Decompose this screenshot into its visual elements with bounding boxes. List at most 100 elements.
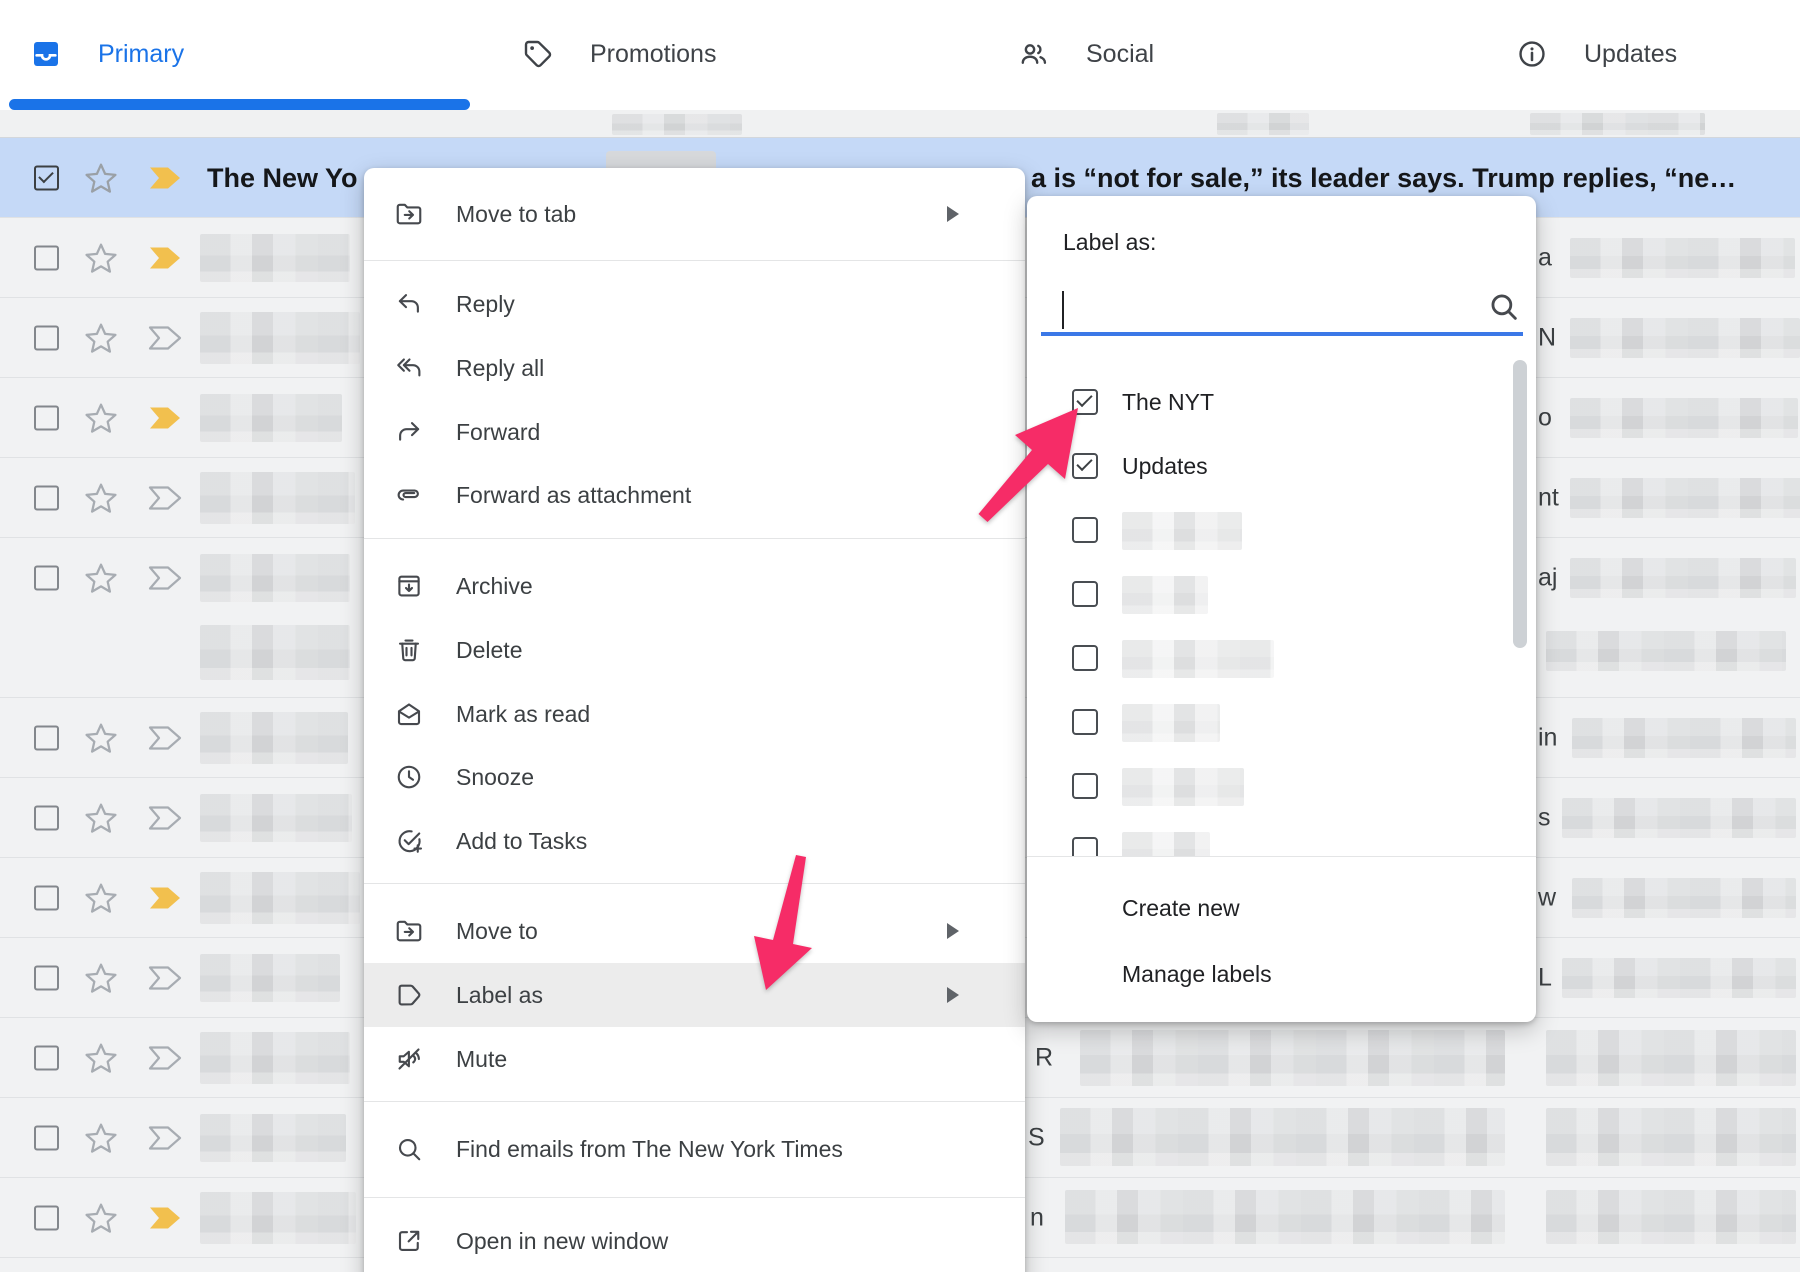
menu-item-snooze[interactable]: Snooze (364, 745, 1025, 809)
label-checkbox[interactable] (1072, 773, 1098, 799)
importance-marker[interactable] (148, 166, 182, 191)
email-checkbox[interactable] (34, 246, 59, 271)
email-checkbox[interactable] (34, 726, 59, 751)
email-checkbox[interactable] (34, 406, 59, 431)
menu-item-open-in-new-window[interactable]: Open in new window (364, 1209, 1025, 1272)
star-icon[interactable] (84, 1121, 118, 1155)
star-icon[interactable] (84, 241, 118, 275)
inbox-icon (30, 38, 62, 70)
tab-primary[interactable]: Primary (30, 0, 390, 108)
label-list-scrollbar[interactable] (1513, 360, 1527, 648)
menu-item-reply-all[interactable]: Reply all (364, 336, 1025, 400)
email-checkbox[interactable] (34, 1126, 59, 1151)
reply-all-icon (394, 353, 424, 383)
blurred-label-name (1122, 512, 1242, 550)
email-checkbox[interactable] (34, 1206, 59, 1231)
menu-item-forward[interactable]: Forward (364, 400, 1025, 464)
label-checkbox[interactable] (1072, 453, 1098, 479)
importance-marker[interactable] (148, 1206, 182, 1231)
star-icon[interactable] (84, 401, 118, 435)
label-checkbox[interactable] (1072, 837, 1098, 856)
label-list: The NYT Updates (1027, 345, 1536, 856)
email-context-menu: Move to tab Reply Reply all Forward Forw… (364, 168, 1025, 1272)
tab-social[interactable]: Social (1018, 0, 1258, 108)
star-icon[interactable] (84, 321, 118, 355)
importance-marker[interactable] (148, 1046, 182, 1071)
label-checkbox[interactable] (1072, 645, 1098, 671)
importance-marker[interactable] (148, 726, 182, 751)
menu-item-find-emails[interactable]: Find emails from The New York Times (364, 1117, 1025, 1181)
star-icon[interactable] (84, 801, 118, 835)
label-option-blurred[interactable] (1027, 562, 1536, 626)
star-icon[interactable] (84, 161, 118, 195)
blurred-snippet (1060, 1108, 1505, 1166)
blurred-sender (200, 794, 352, 842)
label-checkbox[interactable] (1072, 389, 1098, 415)
tab-label: Social (1086, 40, 1154, 69)
importance-marker[interactable] (148, 246, 182, 271)
star-icon[interactable] (84, 1201, 118, 1235)
label-checkbox[interactable] (1072, 581, 1098, 607)
label-checkbox[interactable] (1072, 517, 1098, 543)
menu-item-forward-as-attachment[interactable]: Forward as attachment (364, 463, 1025, 527)
email-checkbox[interactable] (34, 966, 59, 991)
label-option-updates[interactable]: Updates (1027, 434, 1536, 498)
email-checkbox[interactable] (34, 486, 59, 511)
menu-item-move-to-tab[interactable]: Move to tab (364, 182, 1025, 246)
create-new-label-button[interactable]: Create new (1027, 876, 1536, 940)
email-checkbox[interactable] (34, 886, 59, 911)
menu-item-mark-as-read[interactable]: Mark as read (364, 682, 1025, 746)
snippet-fragment: w (1538, 884, 1556, 913)
email-checkbox[interactable] (34, 806, 59, 831)
star-icon[interactable] (84, 721, 118, 755)
email-checkbox[interactable] (34, 166, 59, 191)
blurred-snippet (1546, 1108, 1796, 1166)
importance-marker[interactable] (148, 806, 182, 831)
label-option-blurred[interactable] (1027, 818, 1536, 856)
blurred-snippet (1570, 238, 1795, 278)
menu-item-archive[interactable]: Archive (364, 554, 1025, 618)
menu-item-delete[interactable]: Delete (364, 618, 1025, 682)
star-icon[interactable] (84, 1041, 118, 1075)
menu-item-mute[interactable]: Mute (364, 1027, 1025, 1091)
tab-promotions[interactable]: Promotions (522, 0, 822, 108)
importance-marker[interactable] (148, 966, 182, 991)
email-row-partial-top[interactable] (0, 110, 1800, 138)
importance-marker[interactable] (148, 406, 182, 431)
blurred-snippet (1570, 558, 1796, 598)
star-icon[interactable] (84, 881, 118, 915)
importance-marker[interactable] (148, 566, 182, 591)
star-icon[interactable] (84, 561, 118, 595)
blurred-sender (200, 954, 340, 1002)
importance-marker[interactable] (148, 1126, 182, 1151)
menu-item-reply[interactable]: Reply (364, 272, 1025, 336)
blurred-snippet (1570, 398, 1798, 438)
label-option-blurred[interactable] (1027, 626, 1536, 690)
blurred-snippet (1570, 318, 1800, 358)
email-checkbox[interactable] (34, 1046, 59, 1071)
label-option-the-nyt[interactable]: The NYT (1027, 370, 1536, 434)
label-option-blurred[interactable] (1027, 754, 1536, 818)
menu-item-add-to-tasks[interactable]: Add to Tasks (364, 809, 1025, 873)
tab-updates[interactable]: Updates (1516, 0, 1786, 108)
email-checkbox[interactable] (34, 326, 59, 351)
star-icon[interactable] (84, 961, 118, 995)
label-option-blurred[interactable] (1027, 690, 1536, 754)
importance-marker[interactable] (148, 326, 182, 351)
menu-item-move-to[interactable]: Move to (364, 899, 1025, 963)
label-search-input[interactable] (1049, 284, 1473, 332)
tag-icon (522, 38, 554, 70)
importance-marker[interactable] (148, 486, 182, 511)
star-icon[interactable] (84, 481, 118, 515)
snippet-fragment: R (1035, 1044, 1053, 1073)
manage-labels-button[interactable]: Manage labels (1027, 942, 1536, 1006)
menu-separator (364, 1197, 1025, 1198)
menu-separator (364, 260, 1025, 261)
tab-label: Updates (1584, 40, 1677, 69)
label-option-blurred[interactable] (1027, 498, 1536, 562)
blurred-sender (200, 234, 350, 282)
importance-marker[interactable] (148, 886, 182, 911)
email-checkbox[interactable] (34, 566, 59, 591)
label-checkbox[interactable] (1072, 709, 1098, 735)
menu-item-label-as[interactable]: Label as (364, 963, 1025, 1027)
